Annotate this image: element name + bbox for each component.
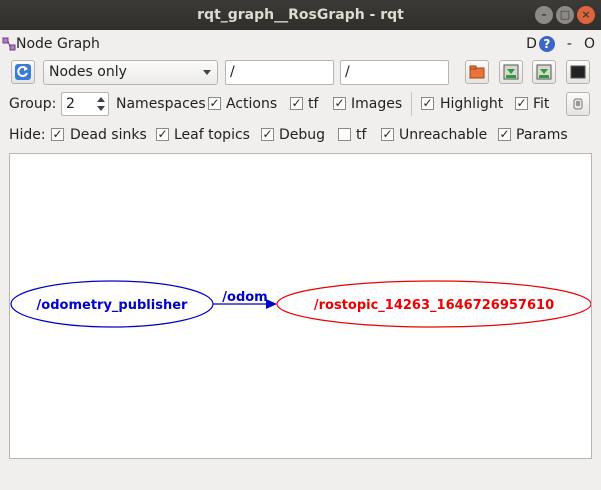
fit-checkbox[interactable]: ✓ (515, 97, 528, 110)
plugin-minimize-button[interactable]: - (567, 36, 572, 52)
fit-view-icon (573, 98, 583, 110)
edge-label[interactable]: /odom (222, 290, 267, 305)
node-filter-input[interactable]: / (225, 60, 334, 85)
leaf-topics-checkbox[interactable]: ✓ (156, 128, 169, 141)
highlight-checkbox[interactable]: ✓ (421, 97, 434, 110)
debug-checkbox[interactable]: ✓ (261, 128, 274, 141)
plugin-title: Node Graph (16, 36, 100, 52)
spin-up-icon[interactable] (97, 97, 105, 102)
target-node-label[interactable]: /rostopic_14263_1646726957610 (314, 298, 554, 313)
hide-tf-label: tf (356, 127, 367, 143)
save-svg-button[interactable] (532, 60, 556, 84)
save-dot-button[interactable] (499, 60, 523, 84)
fit-label: Fit (533, 96, 550, 112)
node-graph-icon (2, 37, 16, 51)
actions-label: Actions (226, 96, 278, 112)
tf-label: tf (308, 96, 319, 112)
graph-canvas[interactable]: /odometry_publisher /odom /rostopic_1426… (9, 153, 592, 459)
fit-in-view-button[interactable] (566, 92, 590, 116)
namespaces-checkbox[interactable]: ✓ (208, 97, 221, 110)
save-image-button[interactable] (566, 60, 590, 84)
save-svg-icon (536, 64, 552, 80)
filter-mode-value: Nodes only (49, 64, 127, 80)
image-icon (570, 65, 586, 79)
debug-label: Debug (279, 127, 326, 143)
leaf-topics-label: Leaf topics (174, 127, 250, 143)
namespaces-label: Namespaces (116, 96, 206, 112)
load-dot-button[interactable] (465, 60, 489, 84)
images-checkbox[interactable]: ✓ (333, 97, 346, 110)
dead-sinks-label: Dead sinks (70, 127, 147, 143)
hide-tf-checkbox[interactable] (338, 128, 351, 141)
minimize-button[interactable]: – (535, 6, 553, 24)
maximize-button[interactable]: □ (556, 6, 574, 24)
help-icon[interactable]: ? (538, 36, 555, 52)
plugin-help-letter[interactable]: D (526, 36, 537, 52)
topic-filter-input[interactable]: / (340, 60, 449, 85)
save-icon (503, 64, 519, 80)
window-titlebar: rqt_graph__RosGraph - rqt – □ × (0, 0, 601, 30)
separator (411, 92, 412, 116)
tf-checkbox[interactable]: ✓ (290, 97, 303, 110)
refresh-button[interactable] (11, 60, 35, 84)
source-node-label[interactable]: /odometry_publisher (37, 298, 188, 313)
folder-open-icon (469, 65, 485, 79)
close-button[interactable]: × (577, 6, 595, 24)
chevron-down-icon (203, 70, 211, 75)
group-value: 2 (66, 96, 75, 112)
dead-sinks-checkbox[interactable]: ✓ (51, 128, 64, 141)
params-label: Params (516, 127, 568, 143)
highlight-label: Highlight (440, 96, 504, 112)
refresh-icon (15, 64, 31, 80)
group-label: Group: (9, 96, 57, 112)
unreachable-checkbox[interactable]: ✓ (381, 128, 394, 141)
unreachable-label: Unreachable (399, 127, 488, 143)
params-checkbox[interactable]: ✓ (498, 128, 511, 141)
plugin-close-button[interactable]: O (584, 36, 595, 52)
group-spinbox[interactable]: 2 (61, 92, 109, 116)
hide-label: Hide: (9, 127, 46, 143)
spin-down-icon[interactable] (97, 106, 105, 111)
images-label: Images (351, 96, 403, 112)
window-title: rqt_graph__RosGraph - rqt (197, 7, 404, 23)
filter-mode-select[interactable]: Nodes only (43, 60, 218, 85)
graph-view[interactable]: /odometry_publisher /odom /rostopic_1426… (10, 154, 592, 458)
